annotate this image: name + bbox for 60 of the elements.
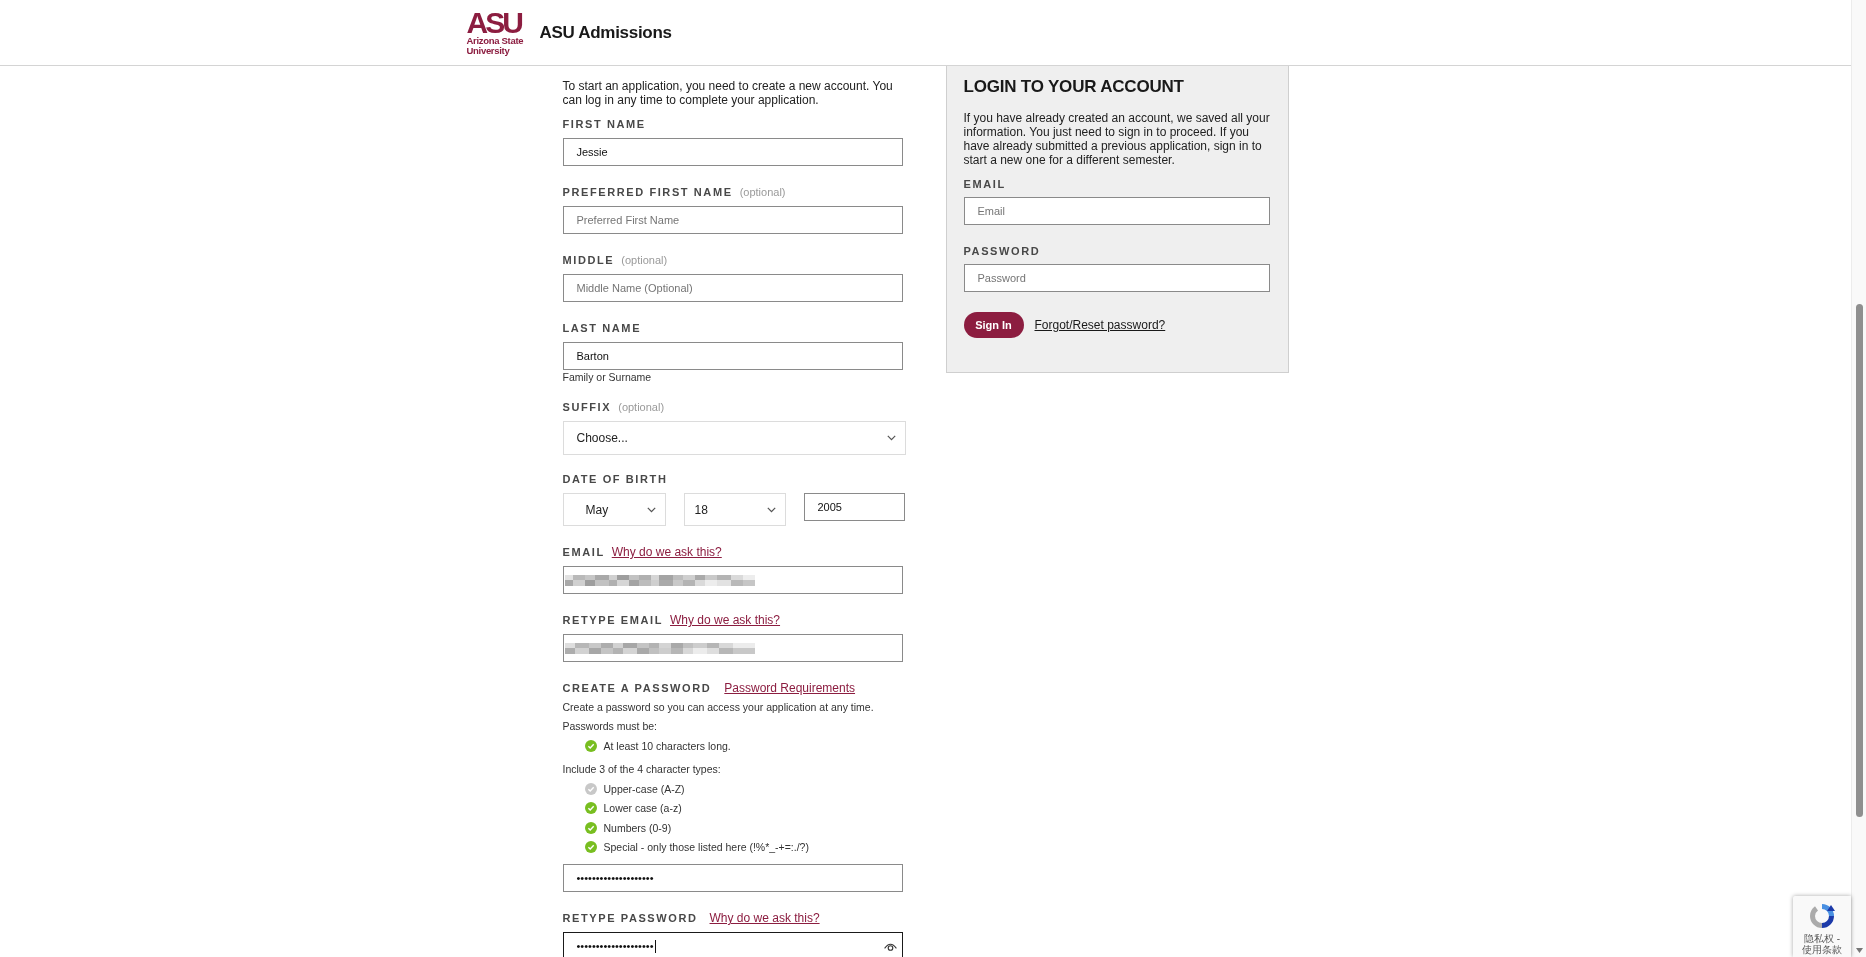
help-link[interactable]: Why do we ask this? bbox=[611, 545, 722, 559]
rule-text: At least 10 characters long. bbox=[603, 739, 731, 752]
text-field[interactable]: •••••••••••••••••••• bbox=[562, 864, 903, 893]
sign-in-button[interactable]: Sign In bbox=[963, 312, 1024, 338]
field-label: RETYPE EMAIL bbox=[562, 613, 663, 627]
login-title: LOGIN TO YOUR ACCOUNT bbox=[963, 77, 1185, 97]
rule-text: Special - only those listed here (!%*_-+=:./?) bbox=[603, 840, 809, 853]
chevron-down-icon bbox=[646, 506, 656, 513]
rule-heading: Passwords must be: bbox=[562, 719, 659, 734]
privacy-terms-links[interactable]: 隐私权 - 使用条款 bbox=[1796, 933, 1848, 955]
chevron-down-icon bbox=[886, 435, 896, 441]
email-field[interactable] bbox=[562, 634, 903, 662]
help-link[interactable]: Why do we ask this? bbox=[670, 613, 781, 627]
scroll-down-arrow-icon[interactable] bbox=[1855, 948, 1863, 953]
text-field[interactable]: Jessie bbox=[562, 138, 903, 166]
recaptcha-icon bbox=[1807, 901, 1837, 931]
optional-note: (optional) bbox=[739, 185, 786, 199]
text-field[interactable]: Preferred First Name bbox=[562, 206, 903, 234]
logo-text: Arizona State bbox=[466, 35, 524, 46]
field-hint: Family or Surname bbox=[562, 370, 652, 384]
field-label: EMAIL bbox=[963, 177, 1006, 191]
dropdown[interactable]: Choose... bbox=[562, 421, 906, 455]
text-field[interactable]: Barton bbox=[562, 342, 903, 370]
logo-text: University bbox=[466, 46, 510, 57]
rule-text: Numbers (0-9) bbox=[603, 821, 672, 834]
dropdown[interactable]: May bbox=[562, 493, 666, 526]
help-link[interactable]: Why do we ask this? bbox=[709, 911, 820, 926]
field-label: FIRST NAME bbox=[562, 117, 646, 131]
scrollbar-thumb[interactable] bbox=[1855, 304, 1863, 817]
email-field[interactable] bbox=[562, 566, 903, 594]
field-label: PASSWORD bbox=[963, 244, 1041, 258]
text-field[interactable]: Password bbox=[963, 264, 1270, 292]
field-label: EMAIL bbox=[562, 545, 605, 559]
site-title: ASU Admissions bbox=[539, 22, 672, 43]
dropdown[interactable]: 18 bbox=[683, 493, 786, 526]
rule-heading: Include 3 of the 4 character types: bbox=[562, 762, 722, 778]
intro-text: To start an application, you need to create a new account. You can log in any time to complete your application. bbox=[562, 79, 894, 107]
chevron-down-icon bbox=[766, 506, 776, 513]
text-field[interactable]: 2005 bbox=[803, 493, 905, 521]
help-link[interactable]: Password Requirements bbox=[724, 681, 856, 695]
text-field[interactable]: Middle Name (Optional) bbox=[562, 274, 903, 302]
field-label: DATE OF BIRTH bbox=[562, 472, 668, 486]
field-label: LAST NAME bbox=[562, 321, 642, 335]
field-label: CREATE A PASSWORD bbox=[562, 681, 712, 695]
logo-mark: ASU bbox=[466, 8, 521, 36]
text-cursor-icon bbox=[654, 940, 656, 953]
help-text: Create a password so you can access your application at any time. bbox=[562, 700, 874, 715]
field-label: MIDDLE bbox=[562, 253, 615, 267]
optional-note: (optional) bbox=[621, 253, 668, 267]
forgot-password-link[interactable]: Forgot/Reset password? bbox=[1034, 318, 1166, 332]
text-field[interactable]: Email bbox=[963, 197, 1270, 225]
rule-text: Upper-case (A-Z) bbox=[603, 782, 685, 795]
optional-note: (optional) bbox=[618, 400, 665, 414]
eye-icon[interactable] bbox=[883, 942, 897, 951]
field-label: SUFFIX bbox=[562, 400, 612, 414]
text-field[interactable]: •••••••••••••••••••• bbox=[562, 932, 903, 957]
field-label: PREFERRED FIRST NAME bbox=[562, 185, 733, 199]
login-description: If you have already created an account, we saved all your information. You just need to sign in to proceed. If you have already submitted a previous application, sign in to start a new one for a different semester. bbox=[963, 111, 1271, 167]
rule-text: Lower case (a-z) bbox=[603, 802, 682, 815]
field-label: RETYPE PASSWORD bbox=[562, 911, 698, 926]
